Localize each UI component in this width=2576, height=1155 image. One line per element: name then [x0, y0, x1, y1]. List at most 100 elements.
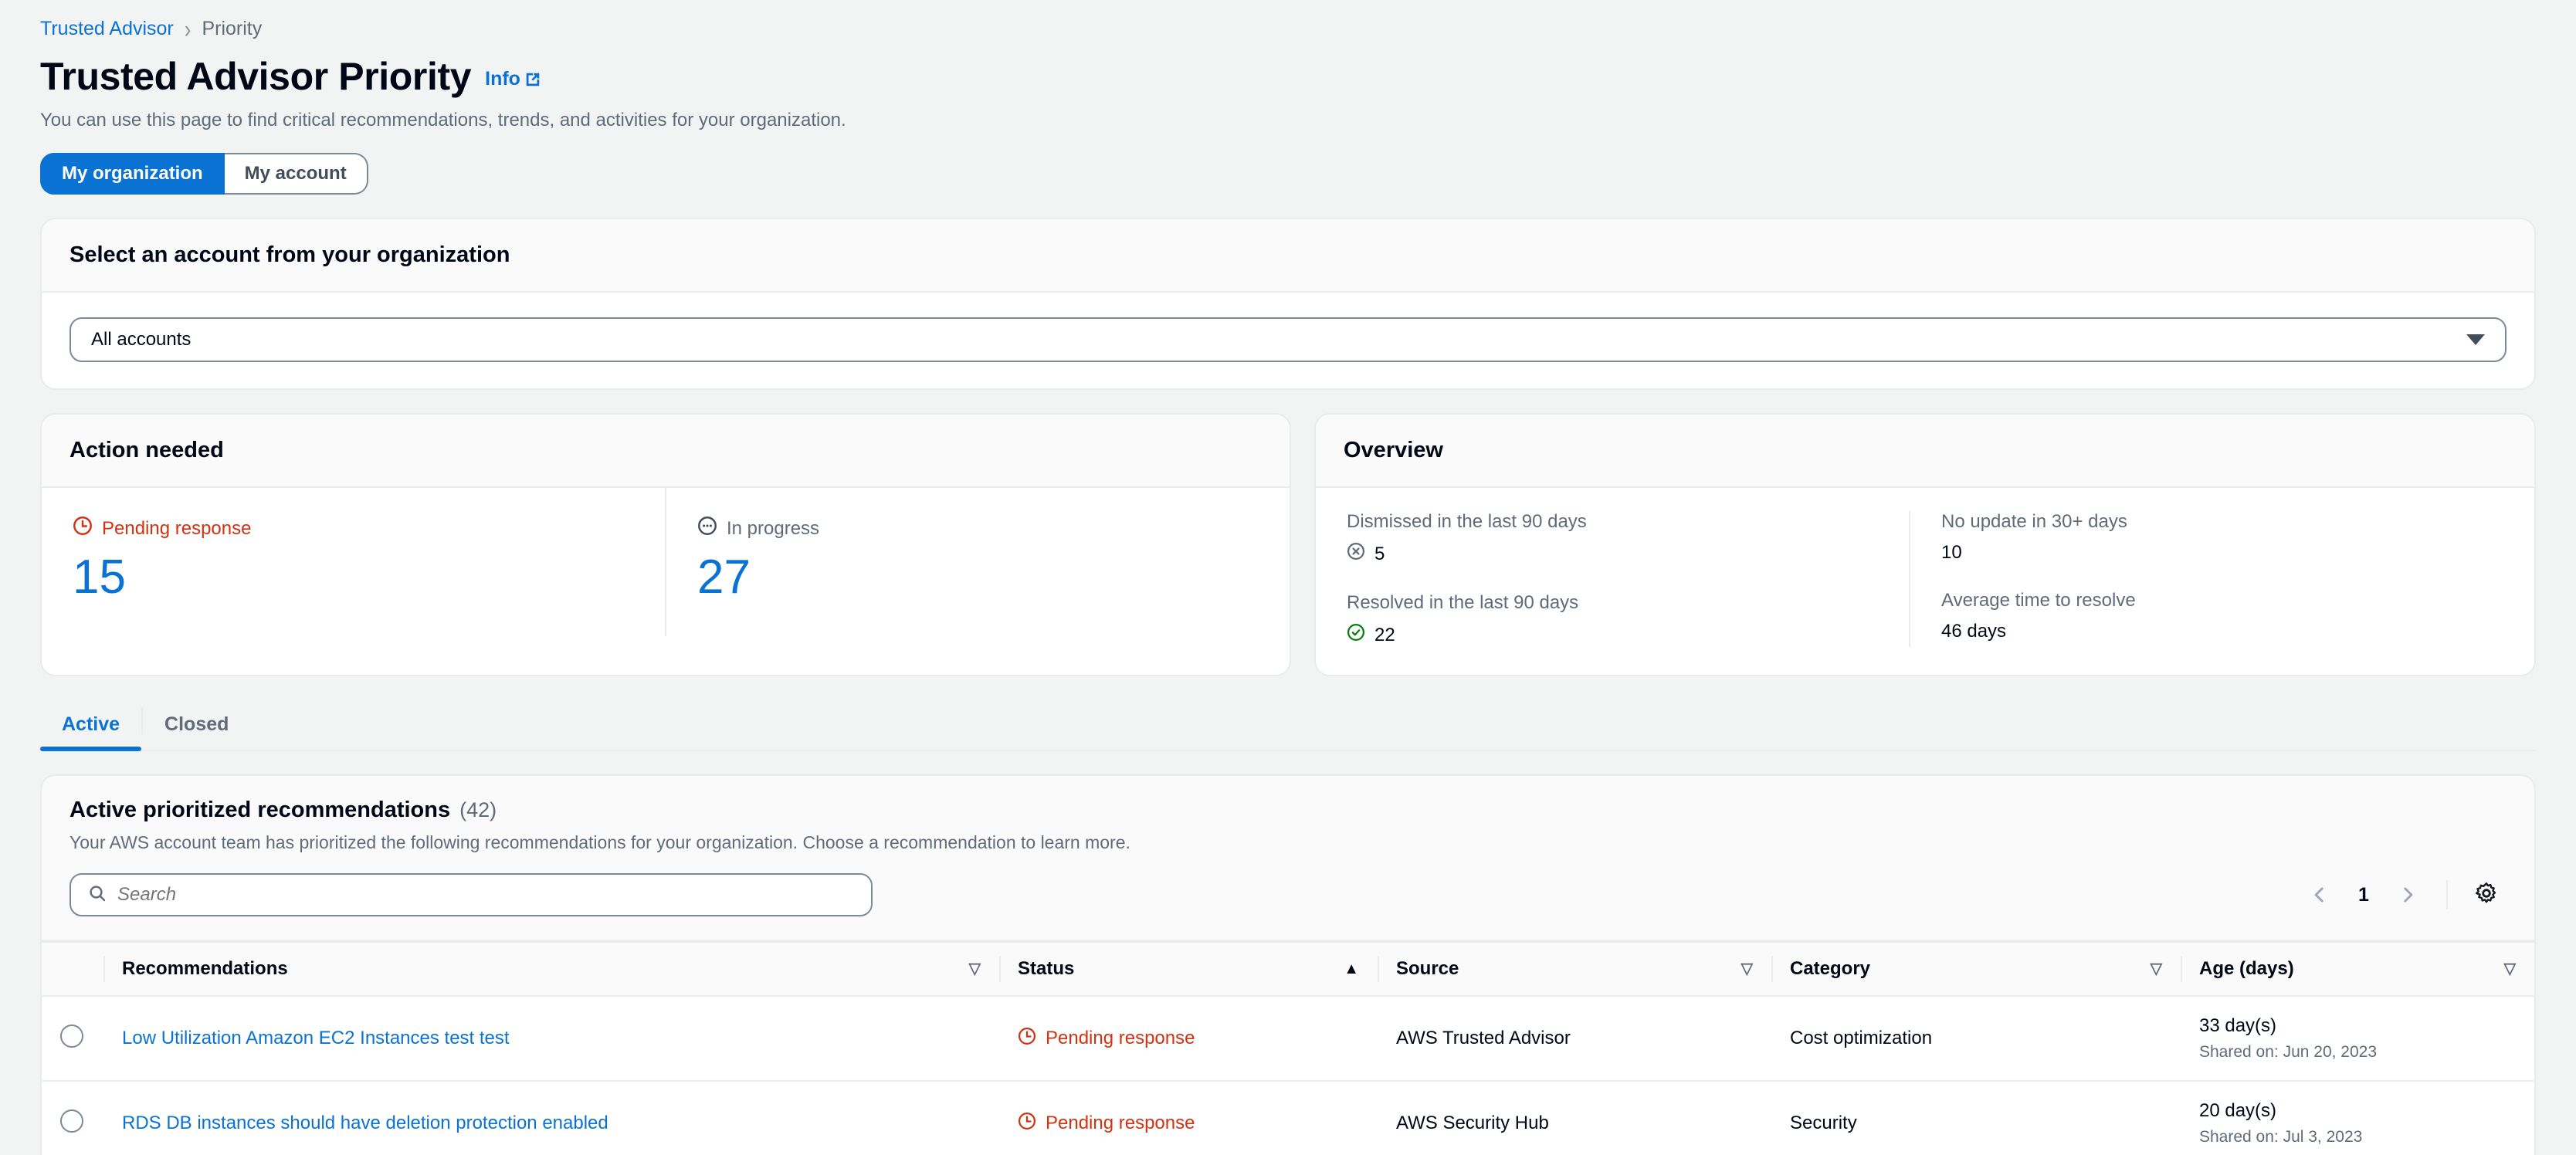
sort-descending-icon[interactable]: ▽: [1741, 961, 1753, 977]
overview-item-no-update-label: No update in 30+ days: [1941, 511, 2127, 532]
overview-item-avg-resolve-label: Average time to resolve: [1941, 590, 2136, 611]
row-select-cell: [42, 996, 103, 1082]
page-description: You can use this page to find critical r…: [40, 110, 846, 130]
column-divider: [103, 956, 105, 982]
scope-tab-my-account[interactable]: My account: [224, 153, 368, 195]
pending-clock-icon: [1018, 1027, 1036, 1051]
info-link[interactable]: Info: [485, 68, 541, 90]
overview-column-right: No update in 30+ days 10 Average time to…: [1909, 511, 2503, 647]
row-radio-button[interactable]: [60, 1024, 83, 1048]
recommendations-table: Recommendations ▽ Status ▲ Source ▽ Cate…: [42, 941, 2534, 1155]
overview-item-dismissed: Dismissed in the last 90 days 5: [1347, 511, 1886, 566]
table-row[interactable]: Low Utilization Amazon EC2 Instances tes…: [42, 996, 2534, 1082]
metric-pending-response-label-row: Pending response: [73, 516, 634, 541]
table-header-row: Recommendations ▽ Status ▲ Source ▽ Cate…: [42, 941, 2534, 997]
row-shared-on: Shared on: Jun 20, 2023: [2199, 1043, 2378, 1061]
table-row[interactable]: RDS DB instances should have deletion pr…: [42, 1081, 2534, 1155]
column-divider: [999, 956, 1001, 982]
sort-descending-icon[interactable]: ▽: [969, 961, 981, 977]
account-selector-title: Select an account from your organization: [69, 242, 510, 267]
breadcrumb-item-trusted-advisor[interactable]: Trusted Advisor: [40, 18, 174, 40]
pagination-next-button[interactable]: [2388, 875, 2428, 915]
search-icon: [88, 884, 107, 906]
action-needed-header: Action needed: [42, 415, 1290, 488]
overview-item-no-update: No update in 30+ days 10: [1941, 511, 2480, 564]
row-recommendation-cell: Low Utilization Amazon EC2 Instances tes…: [103, 996, 999, 1082]
overview-item-dismissed-label: Dismissed in the last 90 days: [1347, 511, 1587, 532]
column-source[interactable]: Source ▽: [1378, 941, 1771, 997]
breadcrumb-separator-icon: ›: [184, 14, 192, 43]
pagination-controls: 1: [2300, 875, 2507, 915]
search-input[interactable]: [117, 884, 854, 906]
recommendations-table-tools: 1: [69, 873, 2507, 916]
column-category[interactable]: Category ▽: [1771, 941, 2181, 997]
column-divider: [1378, 956, 1379, 982]
metrics-row: Action needed Pending response 15 In pro…: [40, 413, 2536, 676]
account-selector-body: All accounts: [42, 293, 2534, 388]
table-settings-button[interactable]: [2466, 875, 2507, 915]
overview-item-resolved-value-row: 22: [1347, 623, 1886, 647]
column-recommendations[interactable]: Recommendations ▽: [103, 941, 999, 997]
overview-item-avg-resolve: Average time to resolve 46 days: [1941, 590, 2480, 642]
recommendation-link[interactable]: RDS DB instances should have deletion pr…: [122, 1113, 608, 1133]
column-age[interactable]: Age (days) ▽: [2181, 941, 2534, 997]
overview-item-dismissed-value: 5: [1374, 543, 1385, 564]
overview-item-resolved: Resolved in the last 90 days 22: [1347, 592, 1886, 647]
breadcrumb-item-priority: Priority: [202, 17, 263, 39]
sort-descending-icon[interactable]: ▽: [2151, 961, 2162, 977]
row-status-label: Pending response: [1046, 1113, 1195, 1133]
row-age-cell: 20 day(s) Shared on: Jul 3, 2023: [2181, 1081, 2534, 1155]
column-divider: [1771, 956, 1773, 982]
breadcrumb: Trusted Advisor › Priority: [40, 0, 2536, 42]
row-shared-on: Shared on: Jul 3, 2023: [2199, 1128, 2363, 1146]
overview-body: Dismissed in the last 90 days 5 Resolved…: [1316, 488, 2534, 675]
metric-pending-response-value[interactable]: 15: [73, 552, 634, 602]
sort-descending-icon[interactable]: ▽: [2504, 961, 2516, 977]
action-needed-body: Pending response 15 In progress 27: [42, 488, 1290, 637]
pending-clock-icon: [1018, 1112, 1036, 1136]
row-age-value: 33 day(s): [2199, 1015, 2277, 1036]
metric-in-progress: In progress 27: [665, 488, 1290, 637]
row-age-value: 20 day(s): [2199, 1100, 2277, 1121]
row-category-cell: Security: [1771, 1081, 2181, 1155]
overview-item-resolved-value: 22: [1374, 624, 1395, 645]
column-category-label: Category: [1790, 958, 1871, 979]
row-status-cell: Pending response: [999, 1081, 1378, 1155]
column-source-label: Source: [1396, 958, 1459, 979]
pagination-prev-button[interactable]: [2300, 875, 2340, 915]
sort-ascending-icon[interactable]: ▲: [1344, 961, 1359, 977]
scope-segmented-control: My organization My account: [40, 153, 368, 195]
overview-header: Overview: [1316, 415, 2534, 488]
column-status[interactable]: Status ▲: [999, 941, 1378, 997]
scope-tab-my-organization[interactable]: My organization: [40, 153, 225, 195]
tab-active[interactable]: Active: [40, 701, 142, 751]
row-radio-button[interactable]: [60, 1109, 83, 1133]
account-select[interactable]: All accounts: [69, 317, 2507, 362]
gear-icon: [2475, 882, 2498, 909]
column-recommendations-label: Recommendations: [122, 958, 288, 979]
overview-item-resolved-label: Resolved in the last 90 days: [1347, 592, 1579, 613]
metric-in-progress-label: In progress: [727, 517, 820, 539]
row-source-cell: AWS Trusted Advisor: [1378, 996, 1771, 1082]
recommendations-table-header: Active prioritized recommendations (42) …: [42, 776, 2534, 941]
recommendations-table-body: Low Utilization Amazon EC2 Instances tes…: [42, 996, 2534, 1155]
action-needed-title: Action needed: [69, 438, 224, 462]
row-category-cell: Cost optimization: [1771, 996, 2181, 1082]
info-link-label: Info: [485, 68, 520, 90]
pending-clock-icon: [73, 516, 93, 541]
column-divider: [2181, 956, 2182, 982]
recommendations-table-title: Active prioritized recommendations: [69, 798, 451, 822]
metric-in-progress-value[interactable]: 27: [697, 552, 1259, 602]
column-status-label: Status: [1018, 958, 1075, 979]
tab-closed[interactable]: Closed: [143, 701, 250, 750]
pagination-page-1[interactable]: 1: [2346, 884, 2381, 906]
row-age-cell: 33 day(s) Shared on: Jun 20, 2023: [2181, 996, 2534, 1082]
column-select: [42, 941, 103, 997]
recommendations-table-head: Recommendations ▽ Status ▲ Source ▽ Cate…: [42, 941, 2534, 997]
row-status-label: Pending response: [1046, 1028, 1195, 1048]
search-box[interactable]: [69, 873, 873, 916]
overview-column-left: Dismissed in the last 90 days 5 Resolved…: [1347, 511, 1909, 647]
recommendations-table-description: Your AWS account team has prioritized th…: [69, 832, 1130, 852]
recommendations-table-title-row: Active prioritized recommendations (42): [69, 798, 2507, 823]
recommendation-link[interactable]: Low Utilization Amazon EC2 Instances tes…: [122, 1028, 510, 1048]
